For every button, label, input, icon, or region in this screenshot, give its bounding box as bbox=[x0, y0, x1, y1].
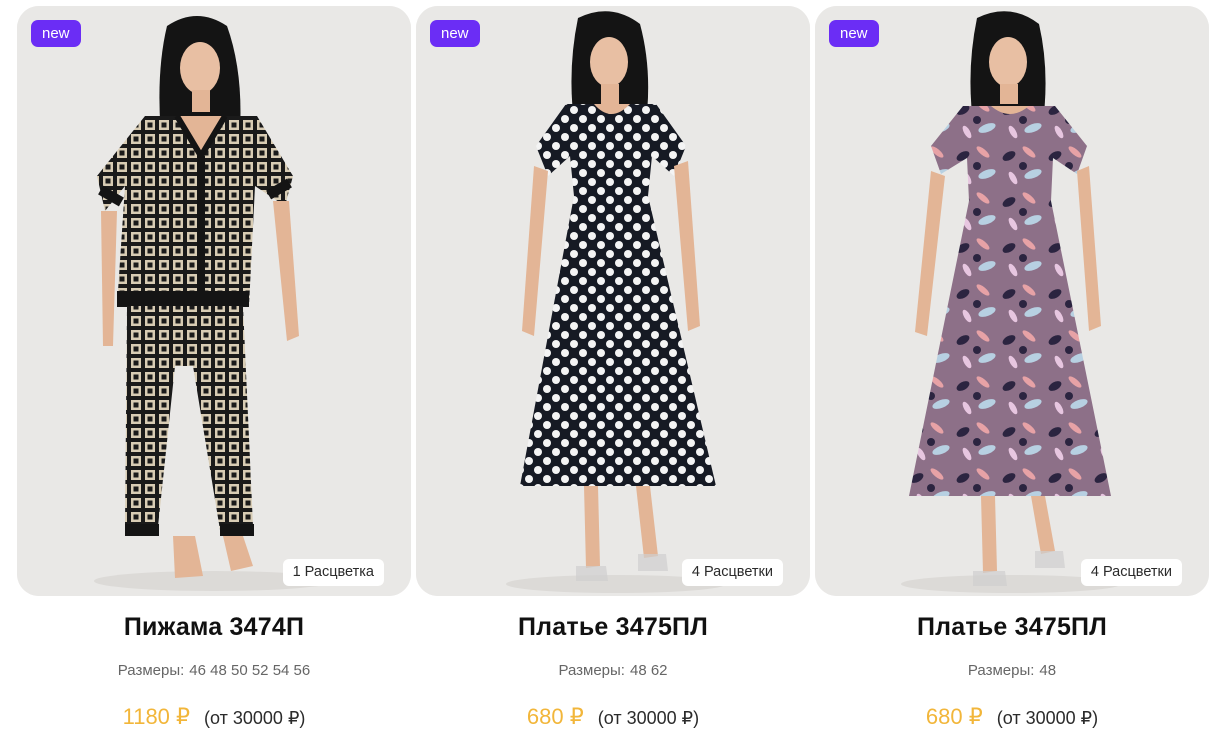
product-image[interactable]: new 1 Расцветка bbox=[17, 6, 411, 596]
wholesale-condition: (от 30000 ₽) bbox=[996, 708, 1099, 728]
wholesale-condition: (от 30000 ₽) bbox=[204, 708, 306, 728]
product-sizes: Размеры: 48 62 bbox=[558, 661, 667, 681]
retail-price: 680 ₽ bbox=[526, 704, 584, 729]
sizes-values: 46 48 50 52 54 56 bbox=[189, 662, 311, 679]
sizes-label: Размеры: bbox=[558, 662, 625, 679]
price-row: 680 ₽ (от 30000 ₽) bbox=[926, 702, 1098, 732]
color-variants-badge[interactable]: 1 Расцветка bbox=[282, 559, 384, 586]
new-badge: new bbox=[31, 20, 81, 47]
product-sizes: Размеры: 46 48 50 52 54 56 bbox=[118, 661, 310, 681]
color-variants-badge[interactable]: 4 Расцветки bbox=[681, 559, 783, 586]
sizes-values: 48 bbox=[1039, 662, 1057, 679]
product-title[interactable]: Платье 3475ПЛ bbox=[917, 610, 1107, 644]
product-card[interactable]: new 1 Расцветка Пижама 3474П Размеры: 46 … bbox=[17, 6, 411, 732]
price-row: 1180 ₽ (от 30000 ₽) bbox=[123, 702, 306, 732]
product-sizes: Размеры: 48 bbox=[968, 661, 1056, 681]
product-photo bbox=[815, 6, 1209, 596]
product-image[interactable]: new 4 Расцветки bbox=[416, 6, 810, 596]
product-title[interactable]: Платье 3475ПЛ bbox=[518, 610, 708, 644]
product-image[interactable]: new 4 Расцветки bbox=[815, 6, 1209, 596]
sizes-label: Размеры: bbox=[967, 662, 1035, 679]
retail-price: 1180 ₽ bbox=[122, 704, 191, 729]
sizes-label: Размеры: bbox=[117, 662, 185, 679]
new-badge: new bbox=[829, 20, 879, 47]
color-variants-badge[interactable]: 4 Расцветки bbox=[1080, 559, 1182, 586]
new-badge: new bbox=[430, 20, 480, 47]
product-photo bbox=[416, 6, 810, 596]
retail-price: 680 ₽ bbox=[925, 704, 983, 729]
product-title[interactable]: Пижама 3474П bbox=[124, 610, 304, 644]
product-photo bbox=[17, 6, 411, 596]
product-card[interactable]: new 4 Расцветки Платье 3475ПЛ Размеры: 48… bbox=[815, 6, 1209, 732]
product-grid: new 1 Расцветка Пижама 3474П Размеры: 46 … bbox=[17, 6, 1209, 732]
product-card[interactable]: new 4 Расцветки Платье 3475ПЛ Размеры: 48… bbox=[416, 6, 810, 732]
price-row: 680 ₽ (от 30000 ₽) bbox=[527, 702, 699, 732]
sizes-values: 48 62 bbox=[629, 662, 668, 679]
wholesale-condition: (от 30000 ₽) bbox=[597, 708, 700, 728]
